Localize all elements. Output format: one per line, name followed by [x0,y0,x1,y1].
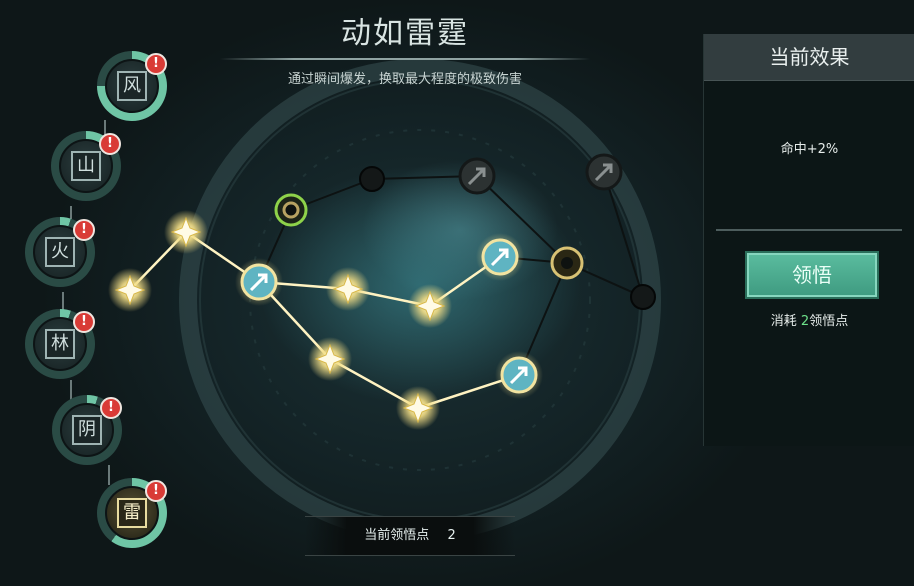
skill-node[interactable] [495,351,543,399]
cost-value: 2 [800,314,810,329]
points-bar: 当前领悟点 2 [305,516,515,556]
cost-text: 消耗 2领悟点 [704,310,914,329]
chapter-huo[interactable]: 火 ! [25,217,95,287]
title-divider [220,58,590,60]
header: 动如雷霆 通过瞬间爆发，换取最大程度的极致伤害 [220,14,590,87]
locked-skill-node[interactable] [458,157,496,195]
alert-icon: ! [100,397,122,419]
chapter-lin[interactable]: 林 ! [25,309,95,379]
chapter-glyph: 雷 [117,498,147,528]
chapter-glyph: 阴 [72,415,102,445]
chapter-glyph: 山 [71,151,101,181]
chapter-glyph: 风 [117,71,147,101]
chapter-connector [70,380,72,400]
points-label: 当前领悟点 [364,528,430,543]
cost-suffix: 领悟点 [809,314,849,329]
lit-node[interactable] [108,268,152,312]
chapter-feng[interactable]: 风 ! [97,51,167,121]
current-effect-text: 命中+2% [780,142,839,157]
lit-node[interactable] [164,210,208,254]
skill-node[interactable] [235,258,283,306]
chapter-yin[interactable]: 阴 ! [52,395,122,465]
skill-node[interactable] [476,233,524,281]
panel-divider [716,229,902,231]
lit-node[interactable] [308,337,352,381]
chapter-lei[interactable]: 雷 ! [97,478,167,548]
comprehend-button[interactable]: 领悟 [745,251,879,299]
chapter-glyph: 林 [45,329,75,359]
available-node[interactable] [550,246,584,280]
page-title: 动如雷霆 [341,16,469,51]
alert-icon: ! [73,311,95,333]
skill-tree-scene: 动如雷霆 通过瞬间爆发，换取最大程度的极致伤害 风 ! 山 ! 火 ! 林 ! … [0,0,914,586]
locked-node[interactable] [359,166,385,192]
chapter-glyph: 火 [45,237,75,267]
lit-node[interactable] [326,267,370,311]
chapter-shan[interactable]: 山 ! [51,131,121,201]
effect-panel-title: 当前效果 [704,34,914,81]
available-node[interactable] [274,193,308,227]
page-subtitle: 通过瞬间爆发，换取最大程度的极致伤害 [287,72,522,87]
alert-icon: ! [73,219,95,241]
chapter-connector [108,465,110,485]
alert-icon: ! [99,133,121,155]
effect-panel: 当前效果 命中+2% 领悟 消耗 2领悟点 [703,34,914,446]
lit-node[interactable] [408,284,452,328]
lit-node[interactable] [396,386,440,430]
points-value: 2 [447,528,456,543]
locked-node[interactable] [630,284,656,310]
cost-prefix: 消耗 [770,314,801,329]
alert-icon: ! [145,480,167,502]
locked-skill-node[interactable] [585,153,623,191]
alert-icon: ! [145,53,167,75]
